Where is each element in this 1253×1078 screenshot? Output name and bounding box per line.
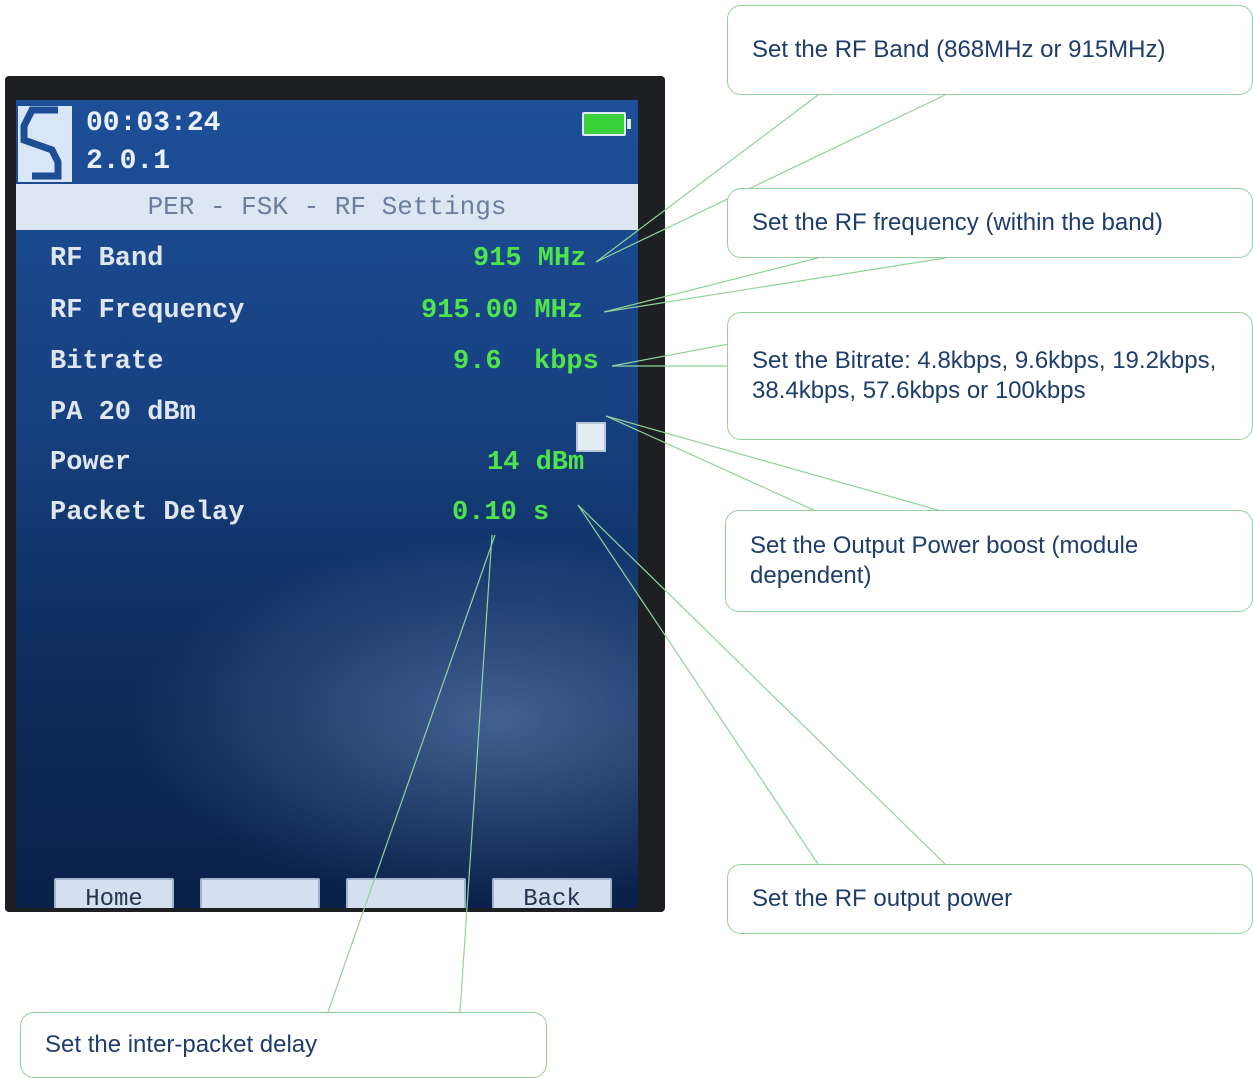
- callout-text: Set the Bitrate: 4.8kbps, 9.6kbps, 19.2k…: [752, 347, 1217, 404]
- setting-label: PA 20 dBm: [50, 398, 196, 428]
- setting-value: 9.6 kbps: [453, 347, 599, 377]
- callout-rf-band: Set the RF Band (868MHz or 915MHz): [727, 5, 1253, 95]
- setting-value: 14 dBm: [487, 448, 585, 478]
- callout-bitrate: Set the Bitrate: 4.8kbps, 9.6kbps, 19.2k…: [727, 312, 1253, 440]
- callout-pa-boost: Set the Output Power boost (module depen…: [725, 510, 1253, 612]
- callout-power: Set the RF output power: [727, 864, 1253, 934]
- status-bar: 00:03:24 2.0.1: [16, 100, 638, 182]
- setting-bitrate[interactable]: Bitrate 9.6 kbps: [16, 343, 638, 383]
- setting-packet-delay[interactable]: Packet Delay 0.10 s: [16, 494, 638, 534]
- softkey-2[interactable]: [200, 878, 320, 908]
- setting-label: RF Band: [50, 244, 164, 274]
- device: 00:03:24 2.0.1 PER - FSK - RF Settings R…: [5, 76, 665, 912]
- callout-rf-frequency: Set the RF frequency (within the band): [727, 188, 1253, 258]
- setting-value: 0.10 s: [452, 498, 550, 528]
- setting-rf-frequency[interactable]: RF Frequency 915.00 MHz: [16, 292, 638, 332]
- screen-title: PER - FSK - RF Settings: [16, 184, 638, 230]
- setting-label: Power: [50, 448, 132, 478]
- softkey-3[interactable]: [346, 878, 466, 908]
- logo-icon: [18, 106, 72, 182]
- firmware-version: 2.0.1: [86, 146, 171, 177]
- setting-power[interactable]: Power 14 dBm: [16, 444, 638, 484]
- battery-icon: [582, 112, 631, 136]
- clock: 00:03:24: [86, 108, 221, 139]
- setting-pa-20dbm[interactable]: PA 20 dBm: [16, 394, 638, 434]
- callout-text: Set the RF frequency (within the band): [752, 209, 1163, 236]
- softkey-back[interactable]: Back: [492, 878, 612, 908]
- softkey-home[interactable]: Home: [54, 878, 174, 908]
- device-screen: 00:03:24 2.0.1 PER - FSK - RF Settings R…: [16, 100, 638, 908]
- setting-label: RF Frequency: [50, 296, 245, 326]
- setting-label: Bitrate: [50, 347, 164, 377]
- callout-packet-delay: Set the inter-packet delay: [20, 1012, 547, 1078]
- setting-label: Packet Delay: [50, 498, 245, 528]
- callout-text: Set the RF output power: [752, 885, 1013, 912]
- setting-rf-band[interactable]: RF Band 915 MHz: [16, 240, 638, 280]
- setting-value: 915 MHz: [473, 244, 587, 274]
- setting-value: 915.00 MHz: [421, 296, 584, 326]
- callout-text: Set the inter-packet delay: [45, 1031, 318, 1058]
- callout-text: Set the Output Power boost (module depen…: [750, 532, 1139, 589]
- callout-text: Set the RF Band (868MHz or 915MHz): [752, 36, 1166, 63]
